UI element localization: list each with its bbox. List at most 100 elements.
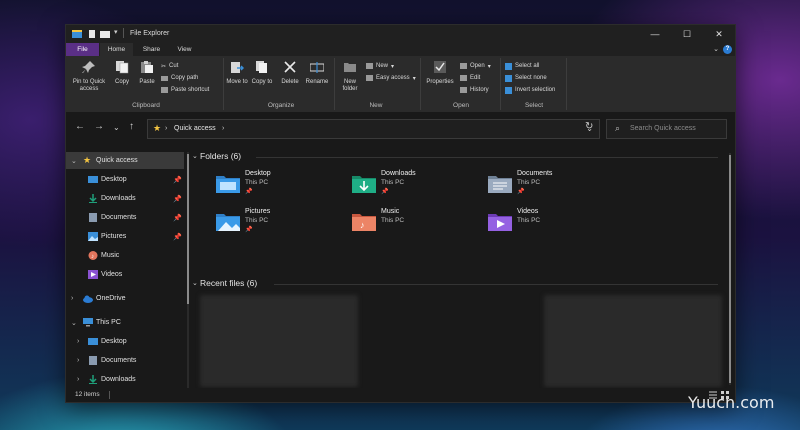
edit-label: Edit xyxy=(470,75,481,81)
move-to-button[interactable]: Move to xyxy=(226,60,248,86)
paste-icon xyxy=(141,61,153,73)
expand-chevron-icon[interactable]: › xyxy=(77,357,79,364)
rename-button[interactable]: Rename xyxy=(304,60,330,86)
nav-item-pictures[interactable]: Pictures 📌 xyxy=(66,228,184,245)
nav-label: Desktop xyxy=(101,176,127,183)
delete-button[interactable]: Delete xyxy=(278,60,302,86)
search-placeholder: Search Quick access xyxy=(630,125,696,132)
history-icon xyxy=(460,87,467,93)
nav-item-pc-documents[interactable]: › Documents xyxy=(66,352,184,369)
customize-quick-access-icon[interactable]: ▾ xyxy=(114,28,118,38)
help-icon[interactable]: ? xyxy=(723,45,732,54)
tab-home[interactable]: Home xyxy=(100,43,133,56)
properties-quick-icon[interactable] xyxy=(87,29,97,39)
nav-item-pc-desktop[interactable]: › Desktop xyxy=(66,333,184,350)
select-all-button[interactable]: Select all xyxy=(505,61,539,71)
downloads-folder-icon xyxy=(89,375,97,384)
folder-tile-documents[interactable]: Documents This PC 📌 xyxy=(488,170,618,200)
expand-chevron-icon[interactable]: ⌄ xyxy=(71,319,77,327)
refresh-icon[interactable]: ↻ xyxy=(585,121,593,132)
nav-item-desktop[interactable]: Desktop 📌 xyxy=(66,171,184,188)
paste-button[interactable]: Paste xyxy=(136,60,158,86)
forward-arrow-icon[interactable]: → xyxy=(94,121,104,132)
group-separator xyxy=(500,58,501,110)
tab-view[interactable]: View xyxy=(168,43,201,56)
folder-location: This PC xyxy=(245,179,269,186)
nav-item-this-pc[interactable]: ⌄ This PC xyxy=(66,314,184,331)
folder-tile-music[interactable]: ♪ Music This PC xyxy=(352,208,482,238)
nav-item-videos[interactable]: Videos xyxy=(66,266,184,283)
scrollbar-thumb[interactable] xyxy=(729,155,731,383)
nav-item-documents[interactable]: Documents 📌 xyxy=(66,209,184,226)
nav-item-music[interactable]: ♪ Music xyxy=(66,247,184,264)
delete-label: Delete xyxy=(281,79,299,85)
nav-item-onedrive[interactable]: › OneDrive xyxy=(66,290,184,307)
new-folder-quick-icon[interactable] xyxy=(100,29,110,39)
back-arrow-icon[interactable]: ← xyxy=(75,121,85,132)
expand-chevron-icon[interactable]: › xyxy=(71,295,73,302)
tab-file[interactable]: File xyxy=(66,43,99,56)
folder-tile-pictures[interactable]: Pictures This PC 📌 xyxy=(216,208,346,238)
cut-label: Cut xyxy=(169,63,179,69)
new-folder-label: New folder xyxy=(342,79,358,92)
ribbon-tabs: File Home Share View ⌄ ? xyxy=(66,43,735,56)
recent-locations-chevron-icon[interactable]: ⌄ xyxy=(113,123,120,132)
nav-item-downloads[interactable]: Downloads 📌 xyxy=(66,190,184,207)
minimize-button[interactable]: — xyxy=(639,25,671,43)
select-all-label: Select all xyxy=(515,63,540,69)
folders-section-header[interactable]: Folders (6) xyxy=(200,151,241,161)
folder-tile-desktop[interactable]: Desktop This PC 📌 xyxy=(216,170,346,200)
collapse-ribbon-icon[interactable]: ⌄ xyxy=(713,45,719,53)
copy-path-button[interactable]: Copy path xyxy=(161,73,198,83)
maximize-button[interactable]: ☐ xyxy=(671,25,703,43)
scrollbar-thumb[interactable] xyxy=(187,154,189,304)
properties-button[interactable]: Properties xyxy=(424,60,456,86)
copy-to-button[interactable]: Copy to xyxy=(251,60,273,86)
edit-button[interactable]: Edit xyxy=(460,73,480,83)
up-arrow-icon[interactable]: ↑ xyxy=(129,121,134,132)
pin-icon: 📌 xyxy=(245,189,253,195)
group-separator xyxy=(223,58,224,110)
copy-label: Copy xyxy=(114,79,129,85)
tab-share[interactable]: Share xyxy=(135,43,168,56)
address-path[interactable]: Quick access xyxy=(174,125,216,132)
expand-chevron-icon[interactable]: › xyxy=(77,376,79,383)
new-item-button[interactable]: New ▾ xyxy=(366,61,394,71)
collapse-chevron-icon[interactable]: ⌄ xyxy=(192,279,198,287)
nav-item-quick-access[interactable]: ⌄ ★ Quick access xyxy=(66,152,184,169)
select-none-button[interactable]: Select none xyxy=(505,73,547,83)
folder-name: Desktop xyxy=(245,170,271,177)
recent-files-section-header[interactable]: Recent files (6) xyxy=(200,278,257,288)
collapse-chevron-icon[interactable]: ⌄ xyxy=(192,152,198,160)
new-item-label: New xyxy=(376,63,389,69)
search-box[interactable]: ⌕ Search Quick access xyxy=(606,119,727,139)
open-button[interactable]: Open ▾ xyxy=(460,61,491,71)
pin-to-quick-access-button[interactable]: Pin to Quick access xyxy=(69,60,109,93)
cut-button[interactable]: ✂ Cut xyxy=(161,61,178,71)
easy-access-button[interactable]: Easy access ▾ xyxy=(366,73,416,83)
address-bar[interactable]: ★ › Quick access › ⌄ xyxy=(147,119,600,139)
nav-label: Downloads xyxy=(101,376,136,383)
search-icon: ⌕ xyxy=(615,123,621,133)
copy-button[interactable]: Copy xyxy=(111,60,133,86)
downloads-folder-icon xyxy=(352,176,376,193)
history-button[interactable]: History xyxy=(460,85,489,95)
expand-chevron-icon[interactable]: ⌄ xyxy=(71,157,77,165)
easy-access-icon xyxy=(366,75,373,81)
close-button[interactable]: ✕ xyxy=(703,25,735,43)
new-folder-button[interactable]: New folder xyxy=(338,60,362,93)
dropdown-arrow-icon: ▾ xyxy=(412,75,416,82)
nav-pane-scrollbar[interactable] xyxy=(187,152,189,388)
folder-tile-downloads[interactable]: Downloads This PC 📌 xyxy=(352,170,482,200)
copy-icon xyxy=(116,61,129,74)
invert-selection-button[interactable]: Invert selection xyxy=(505,85,555,95)
folder-tile-videos[interactable]: Videos This PC xyxy=(488,208,618,238)
nav-label: OneDrive xyxy=(96,295,126,302)
status-separator xyxy=(109,391,110,399)
expand-chevron-icon[interactable]: › xyxy=(77,338,79,345)
downloads-folder-icon xyxy=(89,194,97,203)
breadcrumb-separator-icon[interactable]: › xyxy=(222,125,224,132)
paste-shortcut-button[interactable]: Paste shortcut xyxy=(161,85,209,95)
nav-item-pc-downloads[interactable]: › Downloads xyxy=(66,371,184,388)
content-scrollbar[interactable] xyxy=(729,153,731,385)
